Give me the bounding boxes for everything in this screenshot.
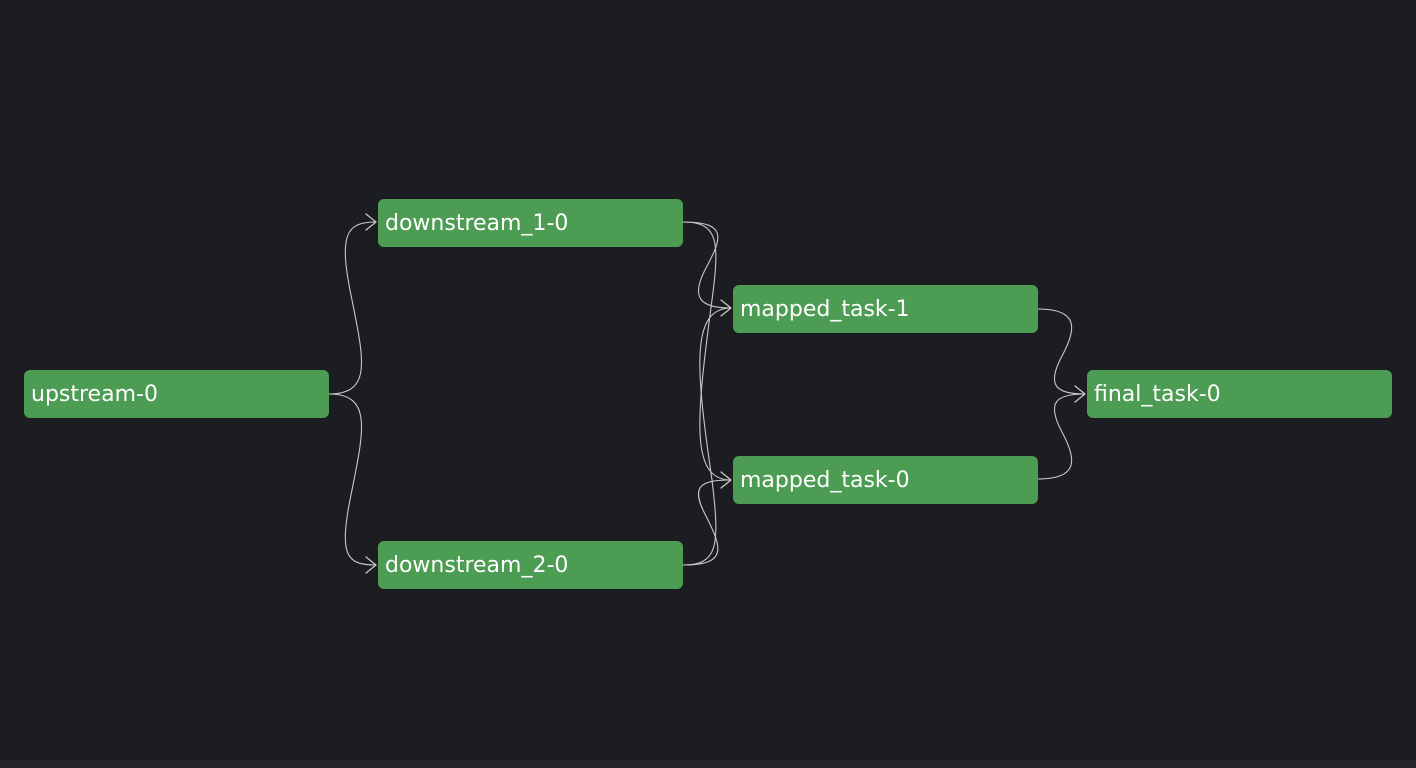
edge-downstream-2-to-mapped-task-0 [682,479,732,566]
node-label: downstream_2-0 [385,552,569,578]
edge-mapped-task-1-to-final-task [1037,308,1086,395]
node-mapped-task-0[interactable]: mapped_task-0 [733,456,1038,504]
node-downstream-1[interactable]: downstream_1-0 [378,199,683,247]
node-label: final_task-0 [1094,381,1221,407]
node-mapped-task-1[interactable]: mapped_task-1 [733,285,1038,333]
node-final-task[interactable]: final_task-0 [1087,370,1392,418]
edge-downstream-1-to-mapped-task-1 [682,221,732,309]
node-label: mapped_task-1 [740,296,910,322]
node-label: downstream_1-0 [385,210,569,236]
node-label: upstream-0 [31,381,158,407]
graph-canvas[interactable]: upstream-0 downstream_1-0 downstream_2-0… [0,0,1416,760]
bottom-edge-strip [0,760,1416,768]
node-label: mapped_task-0 [740,467,910,493]
edge-downstream-2-to-mapped-task-1 [682,307,732,566]
edge-upstream-to-downstream-1 [328,221,377,395]
edge-mapped-task-0-to-final-task [1037,393,1086,480]
node-downstream-2[interactable]: downstream_2-0 [378,541,683,589]
edge-upstream-to-downstream-2 [328,393,377,566]
node-upstream[interactable]: upstream-0 [24,370,329,418]
